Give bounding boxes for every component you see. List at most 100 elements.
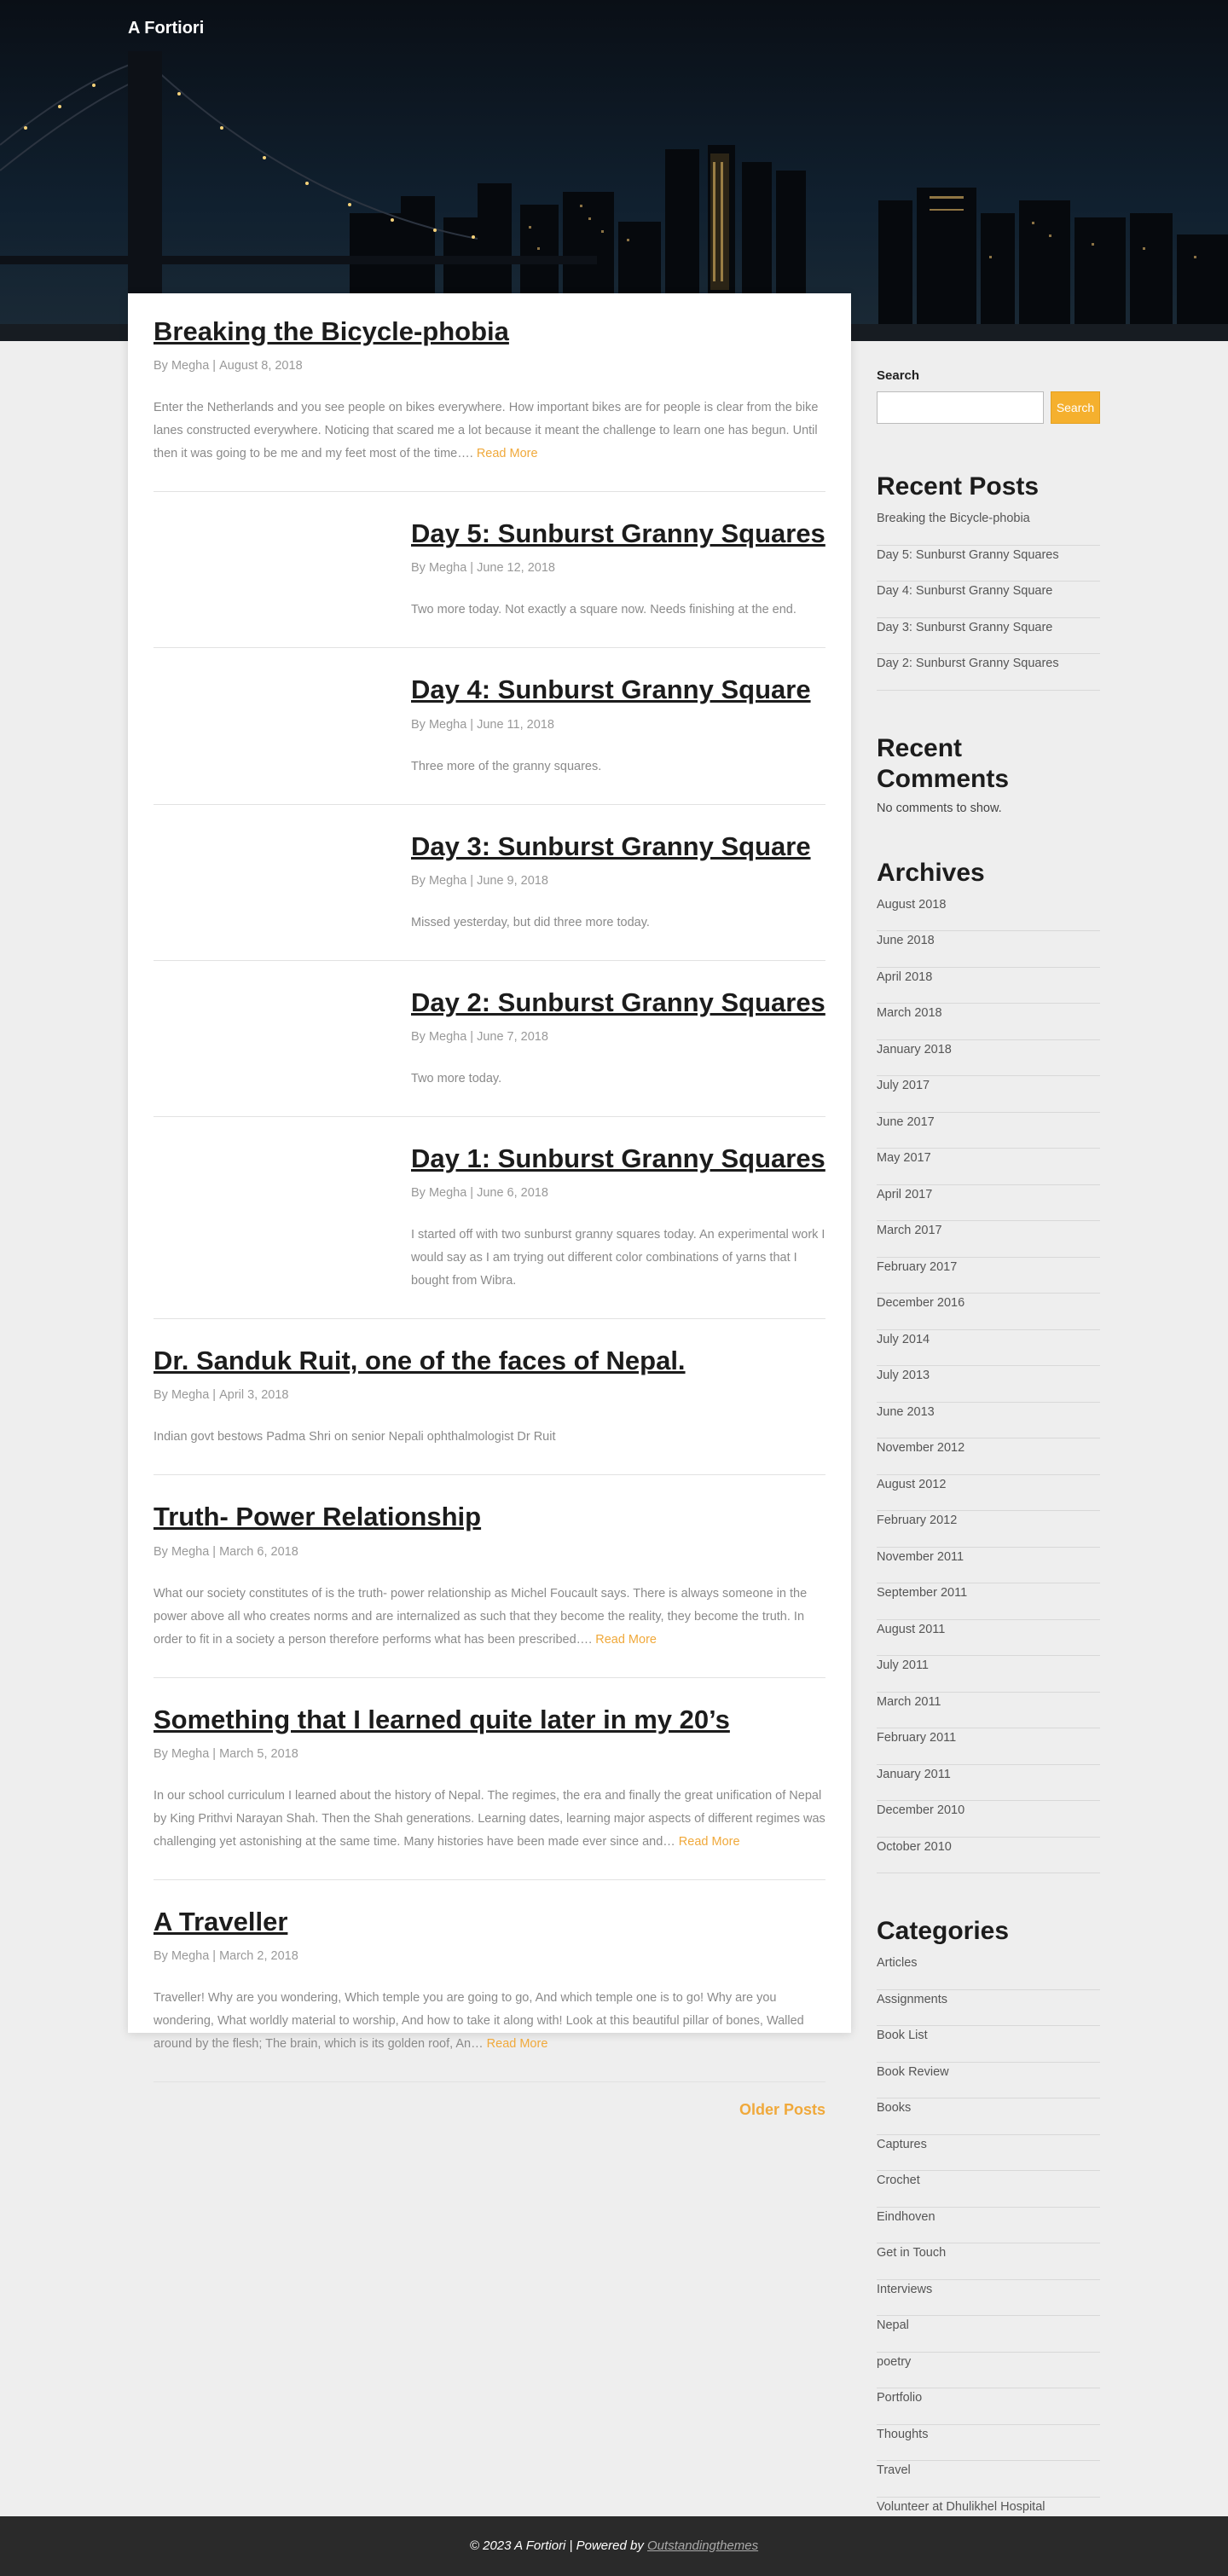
- date-link[interactable]: June 12, 2018: [477, 561, 555, 575]
- read-more-link[interactable]: Read More: [477, 447, 538, 460]
- archive-item-link[interactable]: August 2012: [877, 1478, 946, 1491]
- category-item-link[interactable]: Travel: [877, 2463, 911, 2477]
- post-title-link[interactable]: Day 1: Sunburst Granny Squares: [411, 1143, 825, 1174]
- date-link[interactable]: August 8, 2018: [219, 359, 303, 373]
- category-item-link[interactable]: Captures: [877, 2138, 927, 2151]
- archive-item-link[interactable]: April 2017: [877, 1188, 932, 1201]
- author-link[interactable]: Megha: [171, 1949, 209, 1963]
- archive-item-link[interactable]: May 2017: [877, 1151, 931, 1165]
- search-button[interactable]: Search: [1051, 391, 1100, 424]
- author-link[interactable]: Megha: [429, 561, 466, 575]
- category-item-link[interactable]: Eindhoven: [877, 2210, 935, 2224]
- date-link[interactable]: June 7, 2018: [477, 1030, 548, 1044]
- archive-item-link[interactable]: January 2011: [877, 1768, 951, 1781]
- archive-item-link[interactable]: August 2018: [877, 898, 946, 912]
- archive-item-link[interactable]: October 2010: [877, 1840, 952, 1854]
- theme-credit-link[interactable]: Outstandingthemes: [647, 2538, 758, 2553]
- category-item-link[interactable]: Portfolio: [877, 2391, 922, 2405]
- read-more-link[interactable]: Read More: [487, 2037, 548, 2051]
- author-prefix: By: [411, 717, 426, 732]
- post-title-link[interactable]: Truth- Power Relationship: [154, 1501, 825, 1532]
- recent-post-item: Day 5: Sunburst Granny Squares: [877, 546, 1100, 582]
- archive-item-link[interactable]: February 2017: [877, 1260, 957, 1274]
- post-meta: By Megha | March 2, 2018: [154, 1949, 825, 1963]
- category-item-link[interactable]: Volunteer at Dhulikhel Hospital: [877, 2500, 1045, 2514]
- author-link[interactable]: Megha: [171, 1545, 209, 1559]
- date-link[interactable]: June 9, 2018: [477, 874, 548, 888]
- archive-item-link[interactable]: February 2012: [877, 1514, 957, 1527]
- category-item-link[interactable]: Crochet: [877, 2174, 920, 2187]
- category-item-link[interactable]: Nepal: [877, 2318, 909, 2332]
- recent-post-item: Day 3: Sunburst Granny Square: [877, 618, 1100, 654]
- post-title-link[interactable]: A Traveller: [154, 1906, 825, 1937]
- archive-item-link[interactable]: September 2011: [877, 1586, 967, 1600]
- category-item-link[interactable]: poetry: [877, 2355, 911, 2369]
- read-more-link[interactable]: Read More: [595, 1633, 657, 1647]
- category-item-link[interactable]: Books: [877, 2101, 911, 2115]
- post-title-link[interactable]: Dr. Sanduk Ruit, one of the faces of Nep…: [154, 1345, 825, 1376]
- archive-item: July 2013: [877, 1366, 1100, 1403]
- post-title-link[interactable]: Day 2: Sunburst Granny Squares: [411, 987, 825, 1018]
- recent-posts-list: Breaking the Bicycle-phobia Day 5: Sunbur…: [877, 509, 1100, 691]
- category-item: Interviews: [877, 2280, 1100, 2316]
- category-item-link[interactable]: Assignments: [877, 1993, 947, 2006]
- search-input[interactable]: [877, 391, 1044, 424]
- archive-item: December 2010: [877, 1801, 1100, 1838]
- date-link[interactable]: June 6, 2018: [477, 1186, 548, 1200]
- archive-item-link[interactable]: December 2016: [877, 1296, 964, 1310]
- category-item-link[interactable]: Book List: [877, 2029, 928, 2042]
- category-item-link[interactable]: Book Review: [877, 2065, 949, 2079]
- search-form: Search: [877, 391, 1100, 424]
- recent-post-item-link[interactable]: Breaking the Bicycle-phobia: [877, 512, 1030, 525]
- author-link[interactable]: Megha: [171, 359, 209, 373]
- archive-item-link[interactable]: July 2014: [877, 1333, 930, 1346]
- date-link[interactable]: March 2, 2018: [219, 1949, 298, 1963]
- archive-item-link[interactable]: March 2011: [877, 1695, 941, 1709]
- post-title-link[interactable]: Day 5: Sunburst Granny Squares: [411, 518, 825, 549]
- archive-item: March 2018: [877, 1004, 1100, 1040]
- archive-item-link[interactable]: July 2011: [877, 1658, 929, 1672]
- post-title-link[interactable]: Breaking the Bicycle-phobia: [154, 315, 825, 347]
- author-prefix: By: [154, 1746, 168, 1761]
- recent-post-item-link[interactable]: Day 3: Sunburst Granny Square: [877, 621, 1052, 634]
- post-title-link[interactable]: Day 4: Sunburst Granny Square: [411, 674, 825, 705]
- category-item-link[interactable]: Interviews: [877, 2283, 932, 2296]
- archive-item-link[interactable]: June 2018: [877, 934, 935, 947]
- category-item-link[interactable]: Articles: [877, 1956, 918, 1970]
- author-link[interactable]: Megha: [429, 874, 466, 888]
- archive-item-link[interactable]: March 2018: [877, 1006, 942, 1020]
- archive-item-link[interactable]: March 2017: [877, 1224, 942, 1237]
- archive-item-link[interactable]: December 2010: [877, 1803, 964, 1817]
- archive-item-link[interactable]: November 2012: [877, 1441, 964, 1455]
- category-item-link[interactable]: Thoughts: [877, 2428, 928, 2441]
- author-link[interactable]: Megha: [429, 718, 466, 732]
- archive-item: July 2014: [877, 1330, 1100, 1366]
- post-title-link[interactable]: Something that I learned quite later in …: [154, 1704, 825, 1735]
- read-more-link[interactable]: Read More: [679, 1835, 740, 1849]
- archive-item-link[interactable]: July 2017: [877, 1079, 930, 1092]
- author-link[interactable]: Megha: [171, 1747, 209, 1761]
- archive-item-link[interactable]: February 2011: [877, 1731, 956, 1745]
- archive-item-link[interactable]: June 2013: [877, 1405, 935, 1419]
- post-title-link[interactable]: Day 3: Sunburst Granny Square: [411, 831, 825, 862]
- author-link[interactable]: Megha: [429, 1030, 466, 1044]
- archive-item-link[interactable]: November 2011: [877, 1550, 964, 1564]
- archive-item-link[interactable]: April 2018: [877, 970, 932, 984]
- recent-post-item-link[interactable]: Day 4: Sunburst Granny Square: [877, 584, 1052, 598]
- older-posts-link[interactable]: Older Posts: [739, 2101, 825, 2118]
- archive-item-link[interactable]: August 2011: [877, 1623, 945, 1636]
- meta-separator: |: [470, 561, 474, 576]
- author-link[interactable]: Megha: [171, 1388, 209, 1402]
- date-link[interactable]: March 6, 2018: [219, 1545, 298, 1559]
- date-link[interactable]: March 5, 2018: [219, 1747, 298, 1761]
- author-link[interactable]: Megha: [429, 1186, 466, 1200]
- date-link[interactable]: April 3, 2018: [219, 1388, 288, 1402]
- site-title-link[interactable]: A Fortiori: [128, 19, 204, 38]
- category-item-link[interactable]: Get in Touch: [877, 2246, 946, 2260]
- date-link[interactable]: June 11, 2018: [477, 718, 554, 732]
- recent-post-item-link[interactable]: Day 2: Sunburst Granny Squares: [877, 657, 1059, 670]
- archive-item-link[interactable]: January 2018: [877, 1043, 952, 1056]
- recent-post-item-link[interactable]: Day 5: Sunburst Granny Squares: [877, 548, 1059, 562]
- archive-item-link[interactable]: June 2017: [877, 1115, 935, 1129]
- archive-item-link[interactable]: July 2013: [877, 1369, 930, 1382]
